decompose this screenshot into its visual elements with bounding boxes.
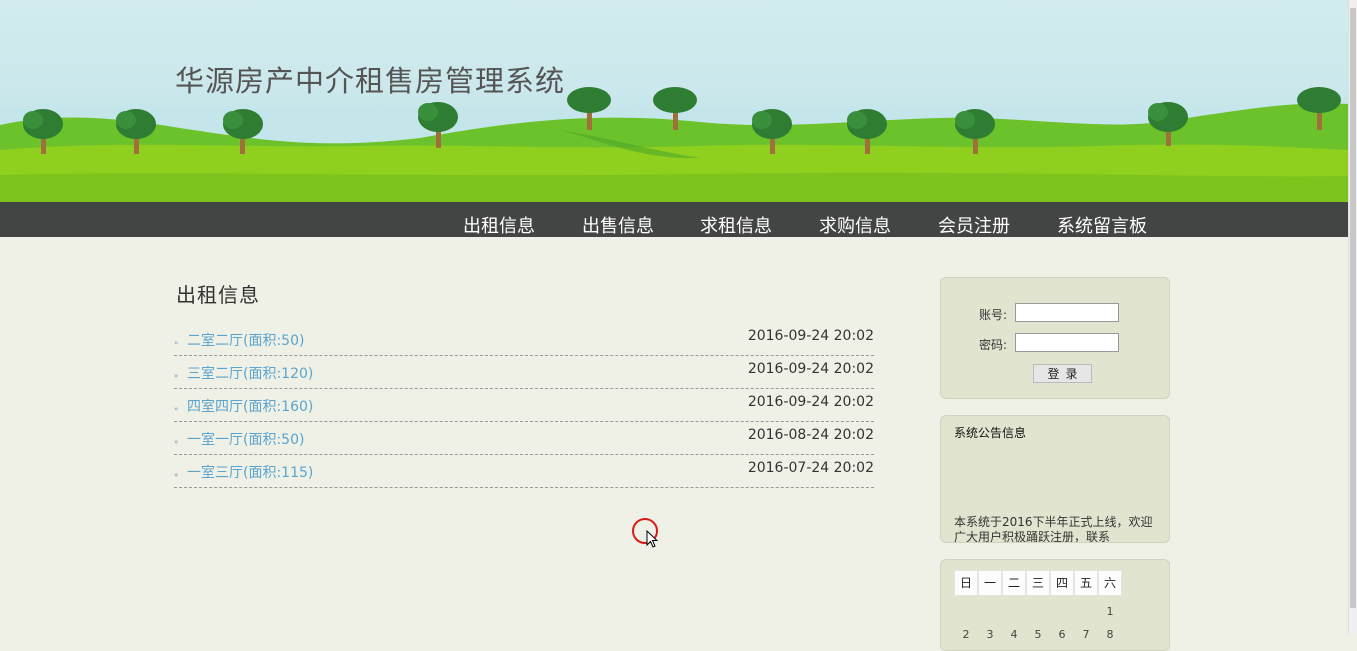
nav-item-rent-out[interactable]: 出租信息 xyxy=(463,212,535,238)
main-navbar: 出租信息 出售信息 求租信息 求购信息 会员注册 系统留言板 xyxy=(0,202,1349,237)
calendar-weekday: 三 xyxy=(1026,570,1050,596)
login-panel: 账号: 密码: 登录 xyxy=(940,277,1170,399)
tree-icon xyxy=(418,102,458,148)
rental-list: » 二室二厅(面积:50) 2016-09-24 20:02 » 三室二厅(面积… xyxy=(174,323,874,488)
tree-icon xyxy=(223,109,263,154)
notice-text: 本系统于2016下半年正式上线，欢迎广大用户积极踊跃注册，联系 xyxy=(954,515,1153,543)
notice-panel: 系统公告信息 本系统于2016下半年正式上线，欢迎广大用户积极踊跃注册，联系 xyxy=(940,415,1170,543)
login-button[interactable]: 登录 xyxy=(1033,364,1092,383)
password-input[interactable] xyxy=(1015,333,1119,352)
bullet-icon: » xyxy=(174,372,179,380)
bullet-icon: » xyxy=(174,438,179,446)
nav-item-sell[interactable]: 出售信息 xyxy=(582,212,654,238)
calendar-panel: 日 一 二 三 四 五 六 1 2 3 4 5 6 7 8 xyxy=(940,559,1170,651)
listing-link[interactable]: 一室三厅(面积:115) xyxy=(187,462,313,482)
calendar-weekday: 一 xyxy=(978,570,1002,596)
nav-item-register[interactable]: 会员注册 xyxy=(938,212,1010,238)
calendar-weekday: 五 xyxy=(1074,570,1098,596)
bullet-icon: » xyxy=(174,405,179,413)
nav-item-message-board[interactable]: 系统留言板 xyxy=(1057,212,1147,238)
bullet-icon: » xyxy=(174,471,179,479)
tree-icon xyxy=(955,109,995,154)
list-item: » 一室三厅(面积:115) 2016-07-24 20:02 xyxy=(174,455,874,488)
tree-icon xyxy=(653,87,697,130)
list-item: » 一室一厅(面积:50) 2016-08-24 20:02 xyxy=(174,422,874,455)
site-title: 华源房产中介租售房管理系统 xyxy=(175,64,566,98)
nav-item-want-rent[interactable]: 求租信息 xyxy=(700,212,772,238)
tree-icon xyxy=(1297,87,1341,130)
listing-date: 2016-07-24 20:02 xyxy=(747,460,874,476)
calendar-weekday: 二 xyxy=(1002,570,1026,596)
account-input[interactable] xyxy=(1015,303,1119,322)
calendar-weekday: 四 xyxy=(1050,570,1074,596)
listing-date: 2016-09-24 20:02 xyxy=(747,361,874,377)
listing-link[interactable]: 二室二厅(面积:50) xyxy=(187,330,304,350)
tree-icon xyxy=(1148,102,1188,146)
listing-link[interactable]: 三室二厅(面积:120) xyxy=(187,363,313,383)
listing-date: 2016-09-24 20:02 xyxy=(747,394,874,410)
scrollbar-thumb[interactable] xyxy=(1350,8,1356,608)
list-item: » 四室四厅(面积:160) 2016-09-24 20:02 xyxy=(174,389,874,422)
section-title: 出租信息 xyxy=(176,283,260,307)
listing-date: 2016-09-24 20:02 xyxy=(747,328,874,344)
tree-icon xyxy=(116,109,156,154)
tree-icon xyxy=(567,87,611,130)
bullet-icon: » xyxy=(174,339,179,347)
password-label: 密码: xyxy=(979,338,1008,352)
header-banner: 华源房产中介租售房管理系统 xyxy=(0,0,1349,202)
tree-icon xyxy=(752,109,792,154)
mouse-pointer-icon xyxy=(646,530,659,548)
notice-title: 系统公告信息 xyxy=(954,426,1027,440)
calendar-weekday: 六 xyxy=(1098,570,1122,596)
listing-link[interactable]: 四室四厅(面积:160) xyxy=(187,396,313,416)
listing-date: 2016-08-24 20:02 xyxy=(747,427,874,443)
account-label: 账号: xyxy=(979,308,1008,322)
calendar-weekday: 日 xyxy=(954,570,978,596)
list-item: » 二室二厅(面积:50) 2016-09-24 20:02 xyxy=(174,323,874,356)
nav-item-want-buy[interactable]: 求购信息 xyxy=(819,212,891,238)
tree-icon xyxy=(847,109,887,154)
calendar-day[interactable]: 1 xyxy=(1099,605,1121,618)
vertical-scrollbar[interactable] xyxy=(1348,0,1357,635)
listing-link[interactable]: 一室一厅(面积:50) xyxy=(187,429,304,449)
tree-icon xyxy=(23,109,63,154)
list-item: » 三室二厅(面积:120) 2016-09-24 20:02 xyxy=(174,356,874,389)
